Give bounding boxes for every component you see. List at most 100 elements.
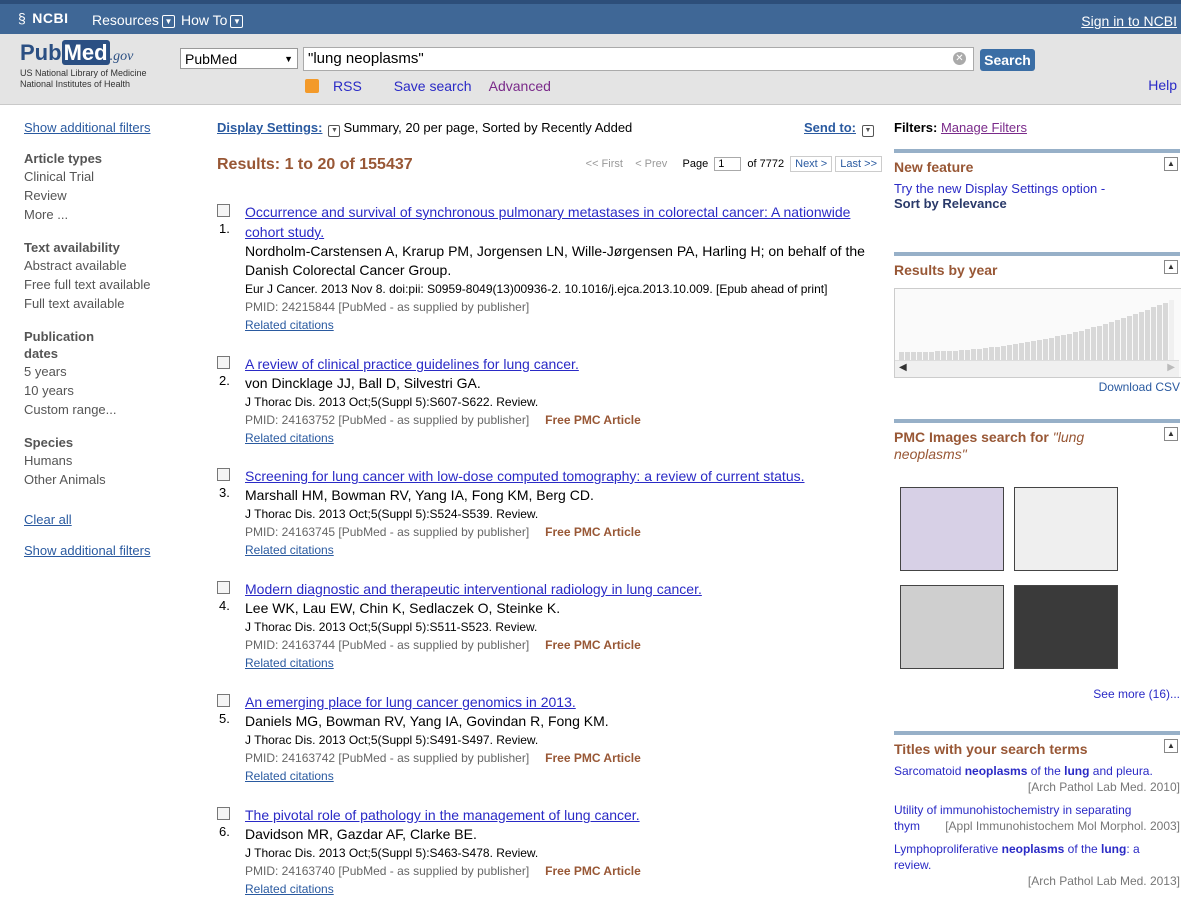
year-bar[interactable] (947, 350, 952, 360)
filter-abstract-available[interactable]: Abstract available (24, 256, 194, 275)
year-bar[interactable] (923, 351, 928, 360)
year-bar[interactable] (1097, 325, 1102, 360)
search-input[interactable]: "lung neoplasms" ✕ (303, 47, 974, 71)
howto-menu[interactable]: How To ▼ (181, 12, 244, 28)
filter-free-full-text[interactable]: Free full text available (24, 275, 194, 294)
filter-full-text[interactable]: Full text available (24, 294, 194, 313)
collapse-icon[interactable]: ▲ (1164, 427, 1178, 441)
year-bar[interactable] (989, 347, 994, 360)
result-checkbox[interactable] (217, 807, 230, 820)
year-bar[interactable] (1061, 335, 1066, 360)
year-bar[interactable] (1169, 300, 1174, 360)
next-page-button[interactable]: Next > (790, 156, 833, 172)
year-bar[interactable] (959, 350, 964, 360)
year-bar[interactable] (917, 351, 922, 360)
last-page-button[interactable]: Last >> (835, 156, 882, 172)
year-bar[interactable] (977, 348, 982, 360)
clear-all-link[interactable]: Clear all (24, 512, 194, 527)
filter-clinical-trial[interactable]: Clinical Trial (24, 167, 194, 186)
year-bar[interactable] (971, 349, 976, 360)
page-number-input[interactable]: 1 (714, 157, 742, 171)
related-citations-link[interactable]: Related citations (245, 542, 882, 558)
year-bar[interactable] (1073, 332, 1078, 360)
results-by-year-chart[interactable]: ◀ ▶ (894, 288, 1181, 378)
advanced-link[interactable]: Advanced (489, 78, 551, 94)
display-settings-link[interactable]: Display Settings: (217, 120, 322, 135)
year-bar[interactable] (899, 352, 904, 360)
result-title-link[interactable]: Occurrence and survival of synchronous p… (245, 202, 882, 242)
year-bar[interactable] (911, 351, 916, 360)
related-citations-link[interactable]: Related citations (245, 655, 882, 671)
year-bar[interactable] (983, 348, 988, 360)
new-feature-text[interactable]: Try the new Display Settings option - (894, 181, 1180, 196)
clear-icon[interactable]: ✕ (953, 52, 966, 65)
year-bar[interactable] (1091, 327, 1096, 360)
related-citations-link[interactable]: Related citations (245, 430, 882, 446)
year-bar[interactable] (1115, 320, 1120, 360)
year-bar[interactable] (1013, 344, 1018, 360)
year-bar[interactable] (1043, 338, 1048, 360)
save-search-link[interactable]: Save search (394, 78, 472, 94)
collapse-icon[interactable]: ▲ (1164, 739, 1178, 753)
title-link[interactable]: Lymphoproliferative neoplasms of the lun… (894, 841, 1180, 873)
result-title-link[interactable]: Screening for lung cancer with low-dose … (245, 466, 882, 486)
year-bar[interactable] (995, 346, 1000, 360)
year-bar[interactable] (1133, 314, 1138, 360)
ncbi-logo[interactable]: § NCBI (18, 10, 69, 26)
search-button[interactable]: Search (980, 49, 1035, 71)
result-title-link[interactable]: A review of clinical practice guidelines… (245, 354, 882, 374)
year-bar[interactable] (1139, 311, 1144, 360)
scroll-right-icon[interactable]: ▶ (1167, 362, 1175, 373)
pmc-image-thumbnail[interactable] (900, 487, 1004, 571)
year-bar[interactable] (1127, 316, 1132, 360)
sign-in-link[interactable]: Sign in to NCBI (1081, 13, 1177, 29)
year-bar[interactable] (1163, 302, 1168, 360)
send-to-menu[interactable]: Send to: ▼ (804, 120, 877, 137)
year-bar[interactable] (1103, 323, 1108, 360)
manage-filters-link[interactable]: Manage Filters (941, 120, 1027, 135)
pmc-image-thumbnail[interactable] (1014, 585, 1118, 669)
result-checkbox[interactable] (217, 581, 230, 594)
result-checkbox[interactable] (217, 694, 230, 707)
pubmed-logo[interactable]: PubMed .gov US National Library of Medici… (20, 40, 147, 90)
year-bar[interactable] (941, 351, 946, 360)
year-bar[interactable] (1151, 307, 1156, 360)
sort-by-relevance-link[interactable]: Sort by Relevance (894, 196, 1180, 211)
database-select[interactable]: PubMed ▼ (180, 48, 298, 69)
year-bar[interactable] (1085, 329, 1090, 360)
year-bar[interactable] (1025, 342, 1030, 360)
filter-more[interactable]: More ... (24, 205, 194, 224)
filter-other-animals[interactable]: Other Animals (24, 470, 194, 489)
show-additional-filters-link-bottom[interactable]: Show additional filters (24, 543, 194, 558)
result-title-link[interactable]: Modern diagnostic and therapeutic interv… (245, 579, 882, 599)
resources-menu[interactable]: Resources ▼ (92, 12, 175, 28)
result-title-link[interactable]: The pivotal role of pathology in the man… (245, 805, 882, 825)
first-page-link[interactable]: << First (586, 158, 623, 170)
year-bar[interactable] (1007, 345, 1012, 360)
related-citations-link[interactable]: Related citations (245, 768, 882, 784)
filter-review[interactable]: Review (24, 186, 194, 205)
see-more-link[interactable]: See more (16)... (1093, 687, 1180, 701)
title-link[interactable]: Utility of immunohistochemistry in separ… (894, 802, 1180, 818)
chart-scrollbar[interactable]: ◀ ▶ (895, 360, 1179, 377)
year-bar[interactable] (1001, 345, 1006, 360)
scroll-left-icon[interactable]: ◀ (899, 362, 907, 373)
year-bar[interactable] (1055, 336, 1060, 360)
year-bar[interactable] (1121, 318, 1126, 360)
year-bar[interactable] (1145, 309, 1150, 360)
show-additional-filters-link[interactable]: Show additional filters (24, 120, 194, 135)
year-bar[interactable] (1109, 322, 1114, 360)
result-checkbox[interactable] (217, 204, 230, 217)
collapse-icon[interactable]: ▲ (1164, 157, 1178, 171)
year-bar[interactable] (1157, 304, 1162, 360)
year-bar[interactable] (935, 351, 940, 360)
collapse-icon[interactable]: ▲ (1164, 260, 1178, 274)
prev-page-link[interactable]: < Prev (635, 158, 667, 170)
help-link[interactable]: Help (1148, 77, 1177, 93)
title-link[interactable]: Sarcomatoid neoplasms of the lung and pl… (894, 763, 1180, 779)
result-checkbox[interactable] (217, 468, 230, 481)
year-bar[interactable] (965, 349, 970, 360)
year-bar[interactable] (929, 351, 934, 360)
result-title-link[interactable]: An emerging place for lung cancer genomi… (245, 692, 882, 712)
year-bar[interactable] (1049, 337, 1054, 360)
